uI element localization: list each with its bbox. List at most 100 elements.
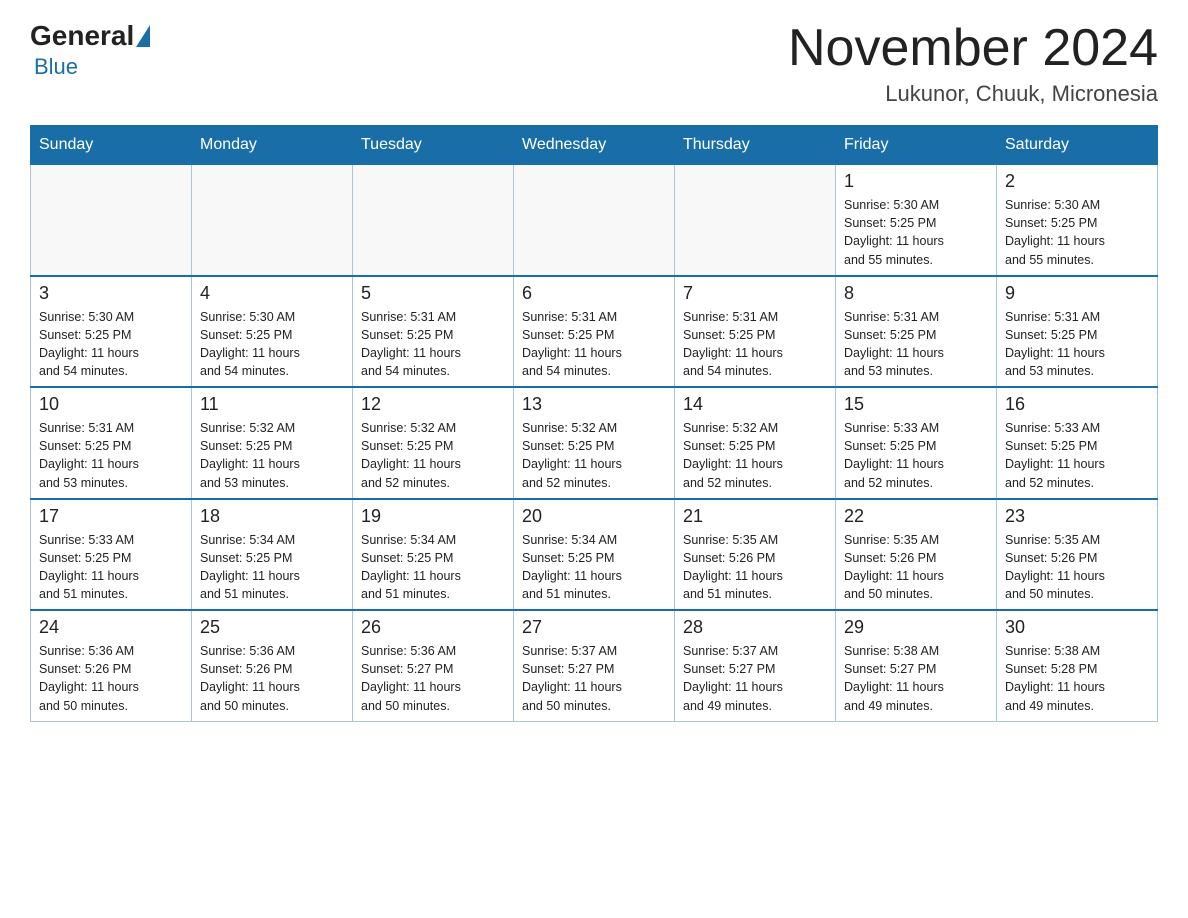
calendar-cell: 12 Sunrise: 5:32 AM Sunset: 5:25 PM Dayli… <box>353 387 514 499</box>
day-sun-info: Sunrise: 5:31 AM Sunset: 5:25 PM Dayligh… <box>844 308 988 381</box>
day-sun-info: Sunrise: 5:38 AM Sunset: 5:27 PM Dayligh… <box>844 642 988 715</box>
day-sun-info: Sunrise: 5:35 AM Sunset: 5:26 PM Dayligh… <box>683 531 827 604</box>
day-number: 14 <box>683 394 827 415</box>
calendar-cell: 2Sunrise: 5:30 AM Sunset: 5:25 PM Daylig… <box>997 165 1158 276</box>
day-number: 17 <box>39 506 183 527</box>
weekday-header-saturday: Saturday <box>997 126 1158 165</box>
calendar-cell: 18 Sunrise: 5:34 AM Sunset: 5:25 PM Dayli… <box>192 499 353 611</box>
calendar-cell: 19 Sunrise: 5:34 AM Sunset: 5:25 PM Dayli… <box>353 499 514 611</box>
weekday-header-thursday: Thursday <box>675 126 836 165</box>
day-number: 11 <box>200 394 344 415</box>
calendar-cell: 3Sunrise: 5:30 AM Sunset: 5:25 PM Daylig… <box>31 276 192 388</box>
day-number: 18 <box>200 506 344 527</box>
day-number: 5 <box>361 283 505 304</box>
day-sun-info: Sunrise: 5:34 AM Sunset: 5:25 PM Dayligh… <box>200 531 344 604</box>
page-header: General Blue November 2024 Lukunor, Chuu… <box>30 20 1158 107</box>
calendar-cell: 17 Sunrise: 5:33 AM Sunset: 5:25 PM Dayli… <box>31 499 192 611</box>
day-number: 28 <box>683 617 827 638</box>
day-sun-info: Sunrise: 5:33 AM Sunset: 5:25 PM Dayligh… <box>844 419 988 492</box>
calendar-cell <box>514 165 675 276</box>
calendar-cell: 20Sunrise: 5:34 AM Sunset: 5:25 PM Dayli… <box>514 499 675 611</box>
day-sun-info: Sunrise: 5:36 AM Sunset: 5:26 PM Dayligh… <box>200 642 344 715</box>
calendar-cell: 14Sunrise: 5:32 AM Sunset: 5:25 PM Dayli… <box>675 387 836 499</box>
calendar-cell: 23 Sunrise: 5:35 AM Sunset: 5:26 PM Dayli… <box>997 499 1158 611</box>
calendar-cell: 29 Sunrise: 5:38 AM Sunset: 5:27 PM Dayli… <box>836 610 997 721</box>
day-number: 29 <box>844 617 988 638</box>
day-number: 12 <box>361 394 505 415</box>
day-number: 16 <box>1005 394 1149 415</box>
logo: General Blue <box>30 20 152 80</box>
calendar-cell: 27 Sunrise: 5:37 AM Sunset: 5:27 PM Dayli… <box>514 610 675 721</box>
day-number: 4 <box>200 283 344 304</box>
day-number: 23 <box>1005 506 1149 527</box>
day-number: 13 <box>522 394 666 415</box>
day-sun-info: Sunrise: 5:31 AM Sunset: 5:25 PM Dayligh… <box>361 308 505 381</box>
calendar-week-row: 1 Sunrise: 5:30 AM Sunset: 5:25 PM Daylig… <box>31 165 1158 276</box>
calendar-cell: 8 Sunrise: 5:31 AM Sunset: 5:25 PM Daylig… <box>836 276 997 388</box>
day-number: 15 <box>844 394 988 415</box>
day-number: 26 <box>361 617 505 638</box>
day-number: 1 <box>844 171 988 192</box>
calendar-cell: 25 Sunrise: 5:36 AM Sunset: 5:26 PM Dayli… <box>192 610 353 721</box>
calendar-cell <box>353 165 514 276</box>
month-title: November 2024 <box>788 20 1158 77</box>
logo-general-text: General <box>30 20 134 52</box>
calendar-cell: 10 Sunrise: 5:31 AM Sunset: 5:25 PM Dayli… <box>31 387 192 499</box>
calendar-cell: 26Sunrise: 5:36 AM Sunset: 5:27 PM Dayli… <box>353 610 514 721</box>
day-sun-info: Sunrise: 5:31 AM Sunset: 5:25 PM Dayligh… <box>683 308 827 381</box>
calendar-cell: 13Sunrise: 5:32 AM Sunset: 5:25 PM Dayli… <box>514 387 675 499</box>
day-number: 9 <box>1005 283 1149 304</box>
calendar-cell: 16 Sunrise: 5:33 AM Sunset: 5:25 PM Dayli… <box>997 387 1158 499</box>
day-number: 10 <box>39 394 183 415</box>
calendar-cell: 4Sunrise: 5:30 AM Sunset: 5:25 PM Daylig… <box>192 276 353 388</box>
day-sun-info: Sunrise: 5:34 AM Sunset: 5:25 PM Dayligh… <box>361 531 505 604</box>
day-sun-info: Sunrise: 5:37 AM Sunset: 5:27 PM Dayligh… <box>522 642 666 715</box>
day-sun-info: Sunrise: 5:32 AM Sunset: 5:25 PM Dayligh… <box>200 419 344 492</box>
day-number: 30 <box>1005 617 1149 638</box>
calendar-cell: 30 Sunrise: 5:38 AM Sunset: 5:28 PM Dayli… <box>997 610 1158 721</box>
day-number: 24 <box>39 617 183 638</box>
calendar-week-row: 3Sunrise: 5:30 AM Sunset: 5:25 PM Daylig… <box>31 276 1158 388</box>
day-sun-info: Sunrise: 5:35 AM Sunset: 5:26 PM Dayligh… <box>844 531 988 604</box>
calendar-cell <box>675 165 836 276</box>
day-number: 19 <box>361 506 505 527</box>
day-sun-info: Sunrise: 5:38 AM Sunset: 5:28 PM Dayligh… <box>1005 642 1149 715</box>
calendar-cell: 5 Sunrise: 5:31 AM Sunset: 5:25 PM Daylig… <box>353 276 514 388</box>
calendar-cell: 15 Sunrise: 5:33 AM Sunset: 5:25 PM Dayli… <box>836 387 997 499</box>
day-sun-info: Sunrise: 5:31 AM Sunset: 5:25 PM Dayligh… <box>1005 308 1149 381</box>
calendar-cell: 7 Sunrise: 5:31 AM Sunset: 5:25 PM Daylig… <box>675 276 836 388</box>
weekday-header-friday: Friday <box>836 126 997 165</box>
weekday-header-tuesday: Tuesday <box>353 126 514 165</box>
calendar-week-row: 10 Sunrise: 5:31 AM Sunset: 5:25 PM Dayli… <box>31 387 1158 499</box>
calendar-week-row: 17 Sunrise: 5:33 AM Sunset: 5:25 PM Dayli… <box>31 499 1158 611</box>
calendar-week-row: 24 Sunrise: 5:36 AM Sunset: 5:26 PM Dayli… <box>31 610 1158 721</box>
day-sun-info: Sunrise: 5:31 AM Sunset: 5:25 PM Dayligh… <box>522 308 666 381</box>
day-number: 8 <box>844 283 988 304</box>
weekday-header-wednesday: Wednesday <box>514 126 675 165</box>
location-subtitle: Lukunor, Chuuk, Micronesia <box>788 81 1158 107</box>
day-sun-info: Sunrise: 5:35 AM Sunset: 5:26 PM Dayligh… <box>1005 531 1149 604</box>
day-sun-info: Sunrise: 5:33 AM Sunset: 5:25 PM Dayligh… <box>1005 419 1149 492</box>
weekday-header-monday: Monday <box>192 126 353 165</box>
day-sun-info: Sunrise: 5:36 AM Sunset: 5:26 PM Dayligh… <box>39 642 183 715</box>
day-sun-info: Sunrise: 5:34 AM Sunset: 5:25 PM Dayligh… <box>522 531 666 604</box>
day-number: 25 <box>200 617 344 638</box>
day-sun-info: Sunrise: 5:30 AM Sunset: 5:25 PM Dayligh… <box>39 308 183 381</box>
calendar-cell <box>31 165 192 276</box>
day-sun-info: Sunrise: 5:33 AM Sunset: 5:25 PM Dayligh… <box>39 531 183 604</box>
day-number: 27 <box>522 617 666 638</box>
day-sun-info: Sunrise: 5:30 AM Sunset: 5:25 PM Dayligh… <box>1005 196 1149 269</box>
day-number: 22 <box>844 506 988 527</box>
calendar-cell: 6 Sunrise: 5:31 AM Sunset: 5:25 PM Daylig… <box>514 276 675 388</box>
calendar-cell: 24 Sunrise: 5:36 AM Sunset: 5:26 PM Dayli… <box>31 610 192 721</box>
day-sun-info: Sunrise: 5:30 AM Sunset: 5:25 PM Dayligh… <box>844 196 988 269</box>
day-sun-info: Sunrise: 5:32 AM Sunset: 5:25 PM Dayligh… <box>361 419 505 492</box>
title-block: November 2024 Lukunor, Chuuk, Micronesia <box>788 20 1158 107</box>
day-number: 6 <box>522 283 666 304</box>
day-sun-info: Sunrise: 5:37 AM Sunset: 5:27 PM Dayligh… <box>683 642 827 715</box>
weekday-header-row: SundayMondayTuesdayWednesdayThursdayFrid… <box>31 126 1158 165</box>
day-sun-info: Sunrise: 5:31 AM Sunset: 5:25 PM Dayligh… <box>39 419 183 492</box>
calendar-cell: 9 Sunrise: 5:31 AM Sunset: 5:25 PM Daylig… <box>997 276 1158 388</box>
calendar-cell <box>192 165 353 276</box>
day-number: 7 <box>683 283 827 304</box>
